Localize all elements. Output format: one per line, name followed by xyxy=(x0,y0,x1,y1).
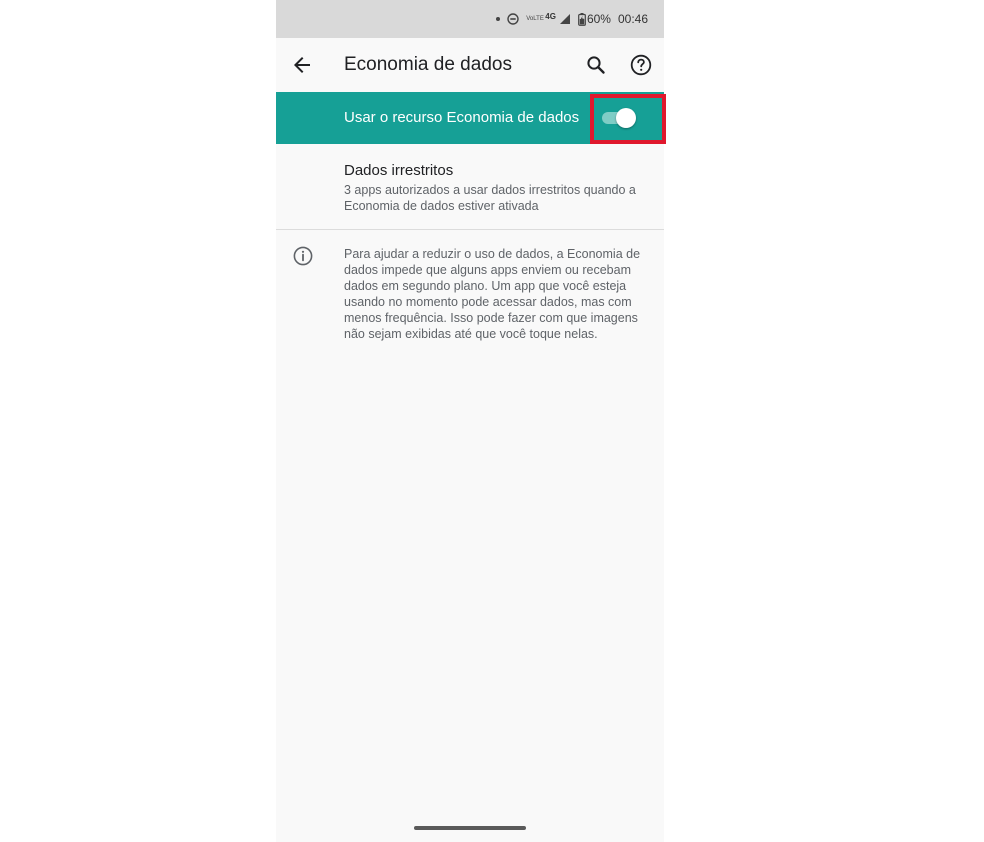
data-saver-master-switch-row[interactable]: Usar o recurso Economia de dados xyxy=(276,92,664,144)
notification-dot-icon xyxy=(496,17,501,21)
data-saver-footer-info: Para ajudar a reduzir o uso de dados, a … xyxy=(344,247,641,341)
phone-screen: VoLTE 4G 60% 00:46 Economia de dados Usa… xyxy=(276,0,664,842)
divider xyxy=(276,229,664,230)
search-icon xyxy=(587,56,605,74)
search-button[interactable] xyxy=(584,53,608,77)
app-bar: Economia de dados xyxy=(276,38,664,92)
toggle-thumb xyxy=(616,108,636,128)
status-time: 00:46 xyxy=(617,12,648,26)
arrow-back-icon xyxy=(294,57,310,73)
unrestricted-data-item[interactable]: Dados irrestritos 3 apps autorizados a u… xyxy=(276,144,664,228)
volte-indicator: VoLTE xyxy=(526,16,544,22)
unrestricted-data-title: Dados irrestritos xyxy=(344,162,454,179)
help-button[interactable] xyxy=(629,53,653,77)
do-not-disturb-icon xyxy=(507,13,519,25)
signal-icon xyxy=(559,13,571,25)
unrestricted-data-summary: 3 apps autorizados a usar dados irrestri… xyxy=(344,183,636,213)
battery-charging-icon xyxy=(578,12,586,26)
info-icon xyxy=(292,245,314,267)
master-switch-label: Usar o recurso Economia de dados xyxy=(344,109,580,126)
gesture-nav-handle[interactable] xyxy=(414,826,526,830)
network-type-label: 4G xyxy=(545,11,556,21)
battery-percent: 60% xyxy=(586,12,611,26)
help-icon xyxy=(630,54,652,76)
status-bar: VoLTE 4G 60% 00:46 xyxy=(276,0,664,38)
back-button[interactable] xyxy=(290,53,314,77)
data-saver-toggle[interactable] xyxy=(600,108,636,128)
page-title: Economia de dados xyxy=(344,54,512,75)
